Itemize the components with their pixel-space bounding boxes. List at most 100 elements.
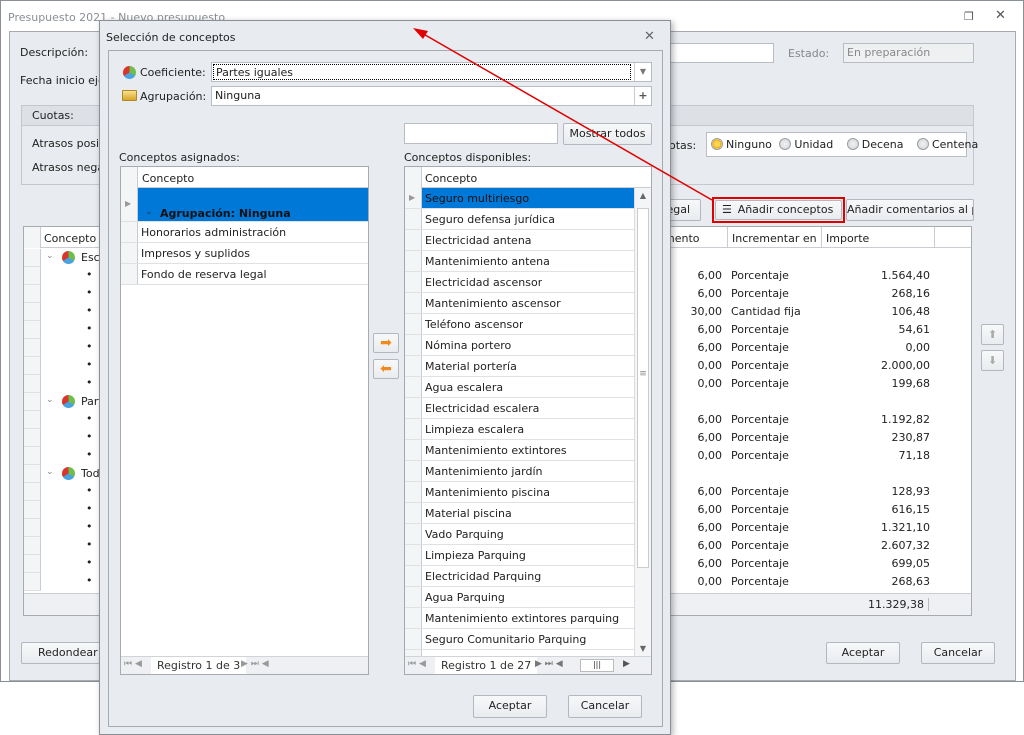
available-row[interactable]: Electricidad Parquing	[405, 566, 634, 587]
concept-name: Mantenimiento extintores	[425, 444, 567, 457]
aceptar-button[interactable]: Aceptar	[826, 642, 900, 664]
available-row[interactable]: Mantenimiento antena	[405, 251, 634, 272]
available-row[interactable]: Agua escalera	[405, 377, 634, 398]
dialog-aceptar-button[interactable]: Aceptar	[473, 695, 547, 718]
move-down-button[interactable]: ⬇	[981, 350, 1004, 371]
radio-centena[interactable]: Centena	[916, 138, 978, 151]
available-row[interactable]: Agua Parquing	[405, 587, 634, 608]
horizontal-scroll-thumb[interactable]: |||	[580, 659, 614, 672]
header-concepto[interactable]: Concepto	[44, 232, 96, 245]
row-indicator	[24, 321, 41, 339]
arrow-right-icon: ➡	[380, 335, 392, 351]
assigned-row[interactable]: Fondo de reserva legal	[121, 264, 368, 285]
descripcion-label: Descripción:	[20, 46, 89, 59]
bullet-icon: •	[86, 502, 93, 515]
assigned-header-concepto[interactable]: Concepto	[142, 172, 194, 185]
concept-name: Electricidad escalera	[425, 402, 540, 415]
add-comments-button[interactable]: Añadir comentarios al pie	[846, 199, 974, 221]
scrollbar-thumb[interactable]: ≡	[637, 208, 649, 568]
available-row[interactable]: Teléfono ascensor	[405, 314, 634, 335]
scroll-right-icon[interactable]: ▶	[623, 659, 630, 669]
incrementar-en-value: Porcentaje	[731, 449, 789, 462]
available-row[interactable]: Material portería	[405, 356, 634, 377]
cancelar-button[interactable]: Cancelar	[921, 642, 995, 664]
bullet-icon: •	[86, 556, 93, 569]
header-importe[interactable]: Importe	[821, 227, 934, 248]
group-row[interactable]: ▶ ⌄ Agrupación: Ninguna	[121, 188, 368, 222]
assigned-row[interactable]: Impresos y suplidos	[121, 243, 368, 264]
remove-from-assigned-button[interactable]: ⬅	[373, 359, 399, 379]
incrementar-en-value: Porcentaje	[731, 269, 789, 282]
available-row[interactable]: Mantenimiento piscina	[405, 482, 634, 503]
chevron-down-icon[interactable]: ▼	[634, 63, 651, 81]
available-grid[interactable]: Concepto ▶ Seguro multiriesgo Seguro defen…	[404, 166, 652, 675]
radio-decena[interactable]: Decena	[846, 138, 903, 151]
incrementar-en-value: Porcentaje	[731, 413, 789, 426]
available-row[interactable]: Material piscina	[405, 503, 634, 524]
coeficiente-select[interactable]: Partes iguales ▼	[211, 62, 652, 82]
dialog-close-icon[interactable]: ✕	[644, 29, 655, 44]
assigned-grid[interactable]: Concepto ▶ ⌄ Agrupación: Ninguna Honorar…	[120, 166, 369, 675]
concept-name: Limpieza escalera	[425, 423, 525, 436]
concept-name: Fondo de reserva legal	[141, 268, 267, 281]
row-indicator	[24, 555, 41, 573]
importe-value: 699,05	[891, 557, 931, 570]
vertical-scrollbar[interactable]: ▲ ≡ ▼	[634, 188, 651, 657]
add-concepts-button[interactable]: ☰ Añadir conceptos	[715, 200, 842, 220]
available-row[interactable]: Nómina portero	[405, 335, 634, 356]
concept-name: Vado Parquing	[425, 528, 504, 541]
available-row[interactable]: Electricidad ascensor	[405, 272, 634, 293]
incrementar-en-value: Porcentaje	[731, 341, 789, 354]
row-indicator	[24, 465, 41, 483]
nav-next-last-icons[interactable]: ▶ ⏭ ◀	[535, 659, 563, 669]
bullet-icon: •	[86, 376, 93, 389]
nav-first-prev-icons[interactable]: ⏮ ◀	[124, 659, 142, 669]
incrementar-en-value: Cantidad fija	[731, 305, 801, 318]
concept-name: Agua Parquing	[425, 591, 505, 604]
pie-chart-icon	[62, 467, 75, 480]
radio-ninguno[interactable]: Ninguno	[711, 138, 772, 151]
row-indicator	[405, 251, 422, 271]
concept-name: Mantenimiento extintores parquing	[425, 612, 620, 625]
importe-value: 1.192,82	[881, 413, 930, 426]
importe-value: 1.564,40	[881, 269, 930, 282]
available-row[interactable]: Limpieza escalera	[405, 419, 634, 440]
available-row[interactable]: Seguro defensa jurídica	[405, 209, 634, 230]
available-row[interactable]: Mantenimiento extintores	[405, 440, 634, 461]
chevron-down-icon[interactable]: ⌄	[46, 251, 54, 261]
available-row[interactable]: Limpieza Parquing	[405, 545, 634, 566]
available-row[interactable]: Mantenimiento ascensor	[405, 293, 634, 314]
bullet-icon: •	[86, 574, 93, 587]
dialog-cancelar-button[interactable]: Cancelar	[568, 695, 642, 718]
available-row[interactable]: Electricidad escalera	[405, 398, 634, 419]
agrupacion-input[interactable]: Ninguna +	[211, 86, 652, 106]
nav-first-prev-icons[interactable]: ⏮ ◀	[408, 659, 426, 669]
row-indicator	[24, 483, 41, 501]
show-all-button[interactable]: Mostrar todos	[563, 123, 652, 145]
chevron-down-icon[interactable]: ⌄	[46, 395, 54, 405]
available-row[interactable]: Seguro Comunitario Parquing	[405, 629, 634, 650]
available-row[interactable]: ▶ Seguro multiriesgo	[405, 188, 634, 209]
header-incrementar-en[interactable]: Incrementar en	[727, 227, 821, 248]
close-icon[interactable]: ✕	[995, 8, 1006, 23]
available-row[interactable]: Mantenimiento extintores parquing	[405, 608, 634, 629]
radio-unidad[interactable]: Unidad	[779, 138, 833, 151]
plus-icon[interactable]: +	[634, 87, 651, 105]
row-indicator	[24, 519, 41, 537]
row-indicator	[24, 267, 41, 285]
nav-next-last-icons[interactable]: ▶ ⏭ ◀	[241, 659, 269, 669]
concept-name: Agua escalera	[425, 381, 504, 394]
chevron-down-icon[interactable]: ⌄	[46, 467, 54, 477]
assigned-row[interactable]: Honorarios administración	[121, 222, 368, 243]
concept-name: Seguro multiriesgo	[425, 192, 530, 205]
available-row[interactable]: Vado Parquing	[405, 524, 634, 545]
move-up-button[interactable]: ⬆	[981, 324, 1004, 345]
add-to-assigned-button[interactable]: ➡	[373, 333, 399, 353]
available-row[interactable]: Electricidad antena	[405, 230, 634, 251]
concept-selection-dialog: Selección de conceptos ✕ Coeficiente: Pa…	[99, 20, 671, 735]
available-header-concepto[interactable]: Concepto	[425, 172, 477, 185]
available-row[interactable]: Mantenimiento jardín	[405, 461, 634, 482]
search-input[interactable]	[404, 123, 558, 144]
restore-icon[interactable]: ❐	[964, 10, 974, 23]
available-navigator: ⏮ ◀ Registro 1 de 27 ▶ ⏭ ◀ ||| ▶	[405, 656, 651, 674]
